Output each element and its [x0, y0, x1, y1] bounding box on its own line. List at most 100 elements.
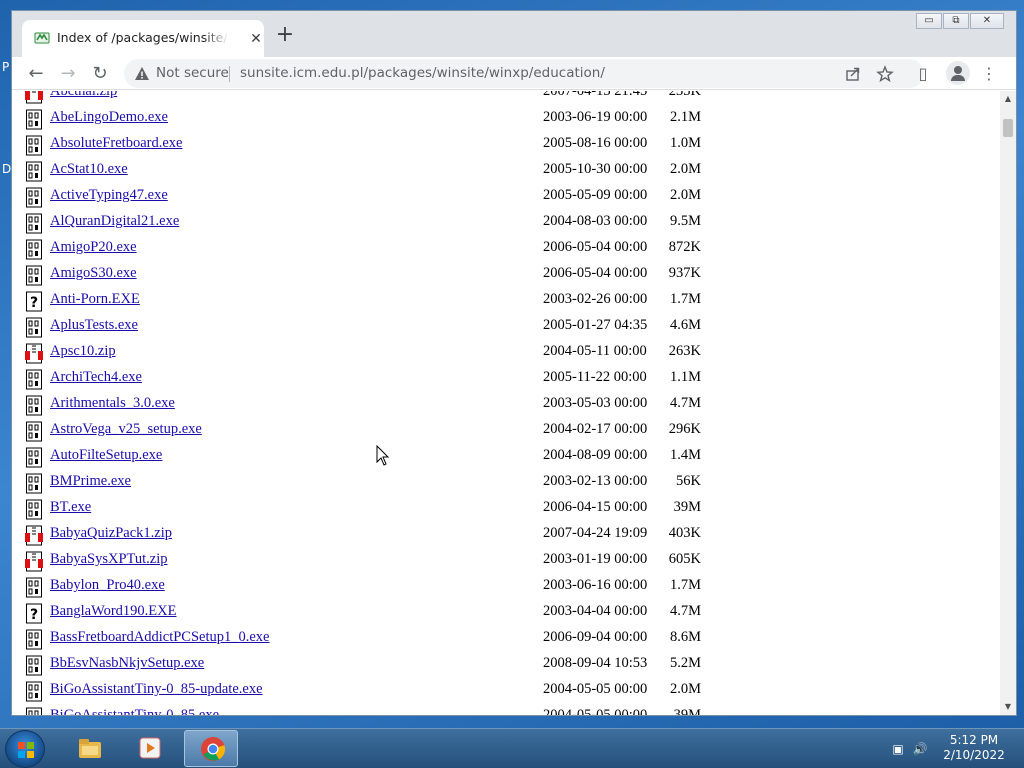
forward-button[interactable]: → — [54, 60, 82, 88]
file-link[interactable]: AbsoluteFretboard.exe — [50, 135, 182, 152]
desktop-icon-label[interactable]: P — [2, 60, 9, 74]
file-link[interactable]: Babylon_Pro40.exe — [50, 577, 165, 594]
file-link[interactable]: AcStat10.exe — [50, 161, 128, 178]
file-size: 403K — [668, 525, 701, 541]
binary-file-icon — [26, 369, 42, 390]
share-icon[interactable] — [844, 65, 862, 83]
restore-button[interactable]: ⧉ — [943, 13, 969, 29]
file-date: 2004-08-09 00:00 — [543, 447, 648, 463]
volume-icon[interactable]: 🔊 — [912, 741, 928, 757]
file-date: 2005-05-09 00:00 — [543, 187, 648, 203]
file-link[interactable]: Arithmentals_3.0.exe — [50, 395, 175, 412]
file-date: 2006-05-04 00:00 — [543, 265, 648, 281]
profile-avatar[interactable] — [946, 61, 970, 85]
side-panel-icon[interactable]: ▯ — [914, 65, 932, 83]
file-size: 1.7M — [669, 577, 701, 593]
security-label[interactable]: Not secure — [156, 65, 229, 81]
file-size: 2.0M — [669, 161, 701, 177]
file-size: 872K — [668, 239, 701, 255]
menu-icon[interactable]: ⋮ — [980, 65, 998, 83]
reload-button[interactable]: ↻ — [86, 60, 114, 88]
desktop-icon-label[interactable]: D — [2, 162, 11, 176]
vertical-scrollbar[interactable]: ▲ ▼ — [1000, 91, 1016, 715]
table-row: AmigoS30.exe 2006-05-04 00:00 937K — [12, 261, 1000, 287]
file-link[interactable]: ActiveTyping47.exe — [50, 187, 168, 204]
taskbar: ▣ 🔊 5:12 PM 2/10/2022 — [0, 728, 1024, 768]
file-link[interactable]: BassFretboardAddictPCSetup1_0.exe — [50, 629, 270, 646]
network-icon[interactable]: ▣ — [890, 741, 906, 757]
scroll-thumb[interactable] — [1003, 119, 1013, 137]
file-date: 2003-01-19 00:00 — [543, 551, 648, 567]
file-link[interactable]: BabyaQuizPack1.zip — [50, 525, 172, 542]
file-link[interactable]: ArchiTech4.exe — [50, 369, 142, 386]
binary-file-icon — [26, 161, 42, 182]
file-link[interactable]: AutoFilteSetup.exe — [50, 447, 162, 464]
unknown-file-icon: ? — [26, 291, 42, 312]
file-link[interactable]: BiGoAssistantTiny-0_85.exe — [50, 707, 219, 715]
binary-file-icon — [26, 577, 42, 598]
close-icon: ✕ — [982, 15, 992, 26]
binary-file-icon — [26, 473, 42, 494]
scroll-down-button[interactable]: ▼ — [1000, 699, 1016, 715]
taskbar-app-explorer[interactable] — [62, 730, 116, 767]
file-date: 2005-11-22 00:00 — [543, 369, 647, 385]
tab-close-button[interactable]: ✕ — [246, 29, 266, 49]
file-link[interactable]: AbeLingoDemo.exe — [50, 109, 168, 126]
url-text[interactable]: sunsite.icm.edu.pl/packages/winsite/winx… — [240, 65, 605, 81]
file-link[interactable]: Apsc10.zip — [50, 343, 116, 360]
scroll-up-button[interactable]: ▲ — [1000, 91, 1016, 107]
file-link[interactable]: AmigoP20.exe — [50, 239, 137, 256]
compressed-file-icon — [25, 551, 43, 572]
taskbar-app-media-player[interactable] — [122, 730, 176, 767]
file-link[interactable]: BbEsvNasbNkjvSetup.exe — [50, 655, 204, 672]
file-date: 2004-05-11 00:00 — [543, 343, 647, 359]
file-size: 937K — [668, 265, 701, 281]
start-button[interactable] — [5, 730, 45, 768]
table-row: ? BanglaWord190.EXE 2003-04-04 00:00 4.7M — [12, 599, 1000, 625]
file-date: 2003-06-19 00:00 — [543, 109, 648, 125]
svg-text:?: ? — [30, 607, 38, 623]
tab-active[interactable]: Index of /packages/winsite/winxp/educati… — [22, 20, 264, 57]
file-link[interactable]: BiGoAssistantTiny-0_85-update.exe — [50, 681, 263, 698]
file-size: 233K — [668, 91, 701, 99]
file-date: 2003-06-16 00:00 — [543, 577, 648, 593]
file-link[interactable]: AmigoS30.exe — [50, 265, 137, 282]
file-link[interactable]: AplusTests.exe — [50, 317, 138, 334]
table-row: AutoFilteSetup.exe 2004-08-09 00:00 1.4M — [12, 443, 1000, 469]
table-row: ? Anti-Porn.EXE 2003-02-26 00:00 1.7M — [12, 287, 1000, 313]
minimize-button[interactable]: ▭ — [916, 13, 942, 29]
file-link[interactable]: BabyaSysXPTut.zip — [50, 551, 168, 568]
table-row: BiGoAssistantTiny-0_85-update.exe 2004-05… — [12, 677, 1000, 703]
compressed-file-icon — [25, 343, 43, 364]
file-size: 4.7M — [669, 603, 701, 619]
new-tab-button[interactable]: + — [274, 24, 296, 47]
taskbar-app-chrome[interactable] — [184, 730, 238, 767]
file-link[interactable]: Abcthai.zip — [50, 91, 117, 100]
file-link[interactable]: AstroVega_v25_setup.exe — [50, 421, 202, 438]
table-row: AlQuranDigital21.exe 2004-08-03 00:00 9.5M — [12, 209, 1000, 235]
chrome-icon — [201, 737, 226, 761]
file-link[interactable]: BT.exe — [50, 499, 91, 516]
mouse-cursor — [376, 445, 390, 466]
tab-title: Index of /packages/winsite/winxp/educati… — [57, 30, 229, 45]
file-link[interactable]: Anti-Porn.EXE — [50, 291, 140, 308]
table-row: ArchiTech4.exe 2005-11-22 00:00 1.1M — [12, 365, 1000, 391]
address-bar[interactable]: Not secure sunsite.icm.edu.pl/packages/w… — [124, 59, 924, 88]
bookmark-star-icon[interactable] — [876, 65, 894, 83]
file-date: 2005-08-16 00:00 — [543, 135, 648, 151]
file-link[interactable]: BMPrime.exe — [50, 473, 131, 490]
warning-icon[interactable] — [134, 66, 150, 82]
page-content: Abcthai.zip 2007-04-13 21:45 233K AbeLingoD… — [12, 91, 1000, 715]
file-link[interactable]: BanglaWord190.EXE — [50, 603, 177, 620]
tab-strip: Index of /packages/winsite/winxp/educati… — [12, 11, 1016, 57]
file-size: 2.0M — [669, 187, 701, 203]
close-window-button[interactable]: ✕ — [970, 13, 1004, 29]
file-date: 2005-01-27 04:35 — [543, 317, 648, 333]
file-date: 2004-08-03 00:00 — [543, 213, 648, 229]
file-link[interactable]: AlQuranDigital21.exe — [50, 213, 179, 230]
file-size: 2.1M — [669, 109, 701, 125]
binary-file-icon — [26, 135, 42, 156]
media-player-icon — [139, 737, 161, 759]
back-button[interactable]: ← — [22, 60, 50, 88]
system-clock[interactable]: 5:12 PM 2/10/2022 — [934, 733, 1014, 763]
